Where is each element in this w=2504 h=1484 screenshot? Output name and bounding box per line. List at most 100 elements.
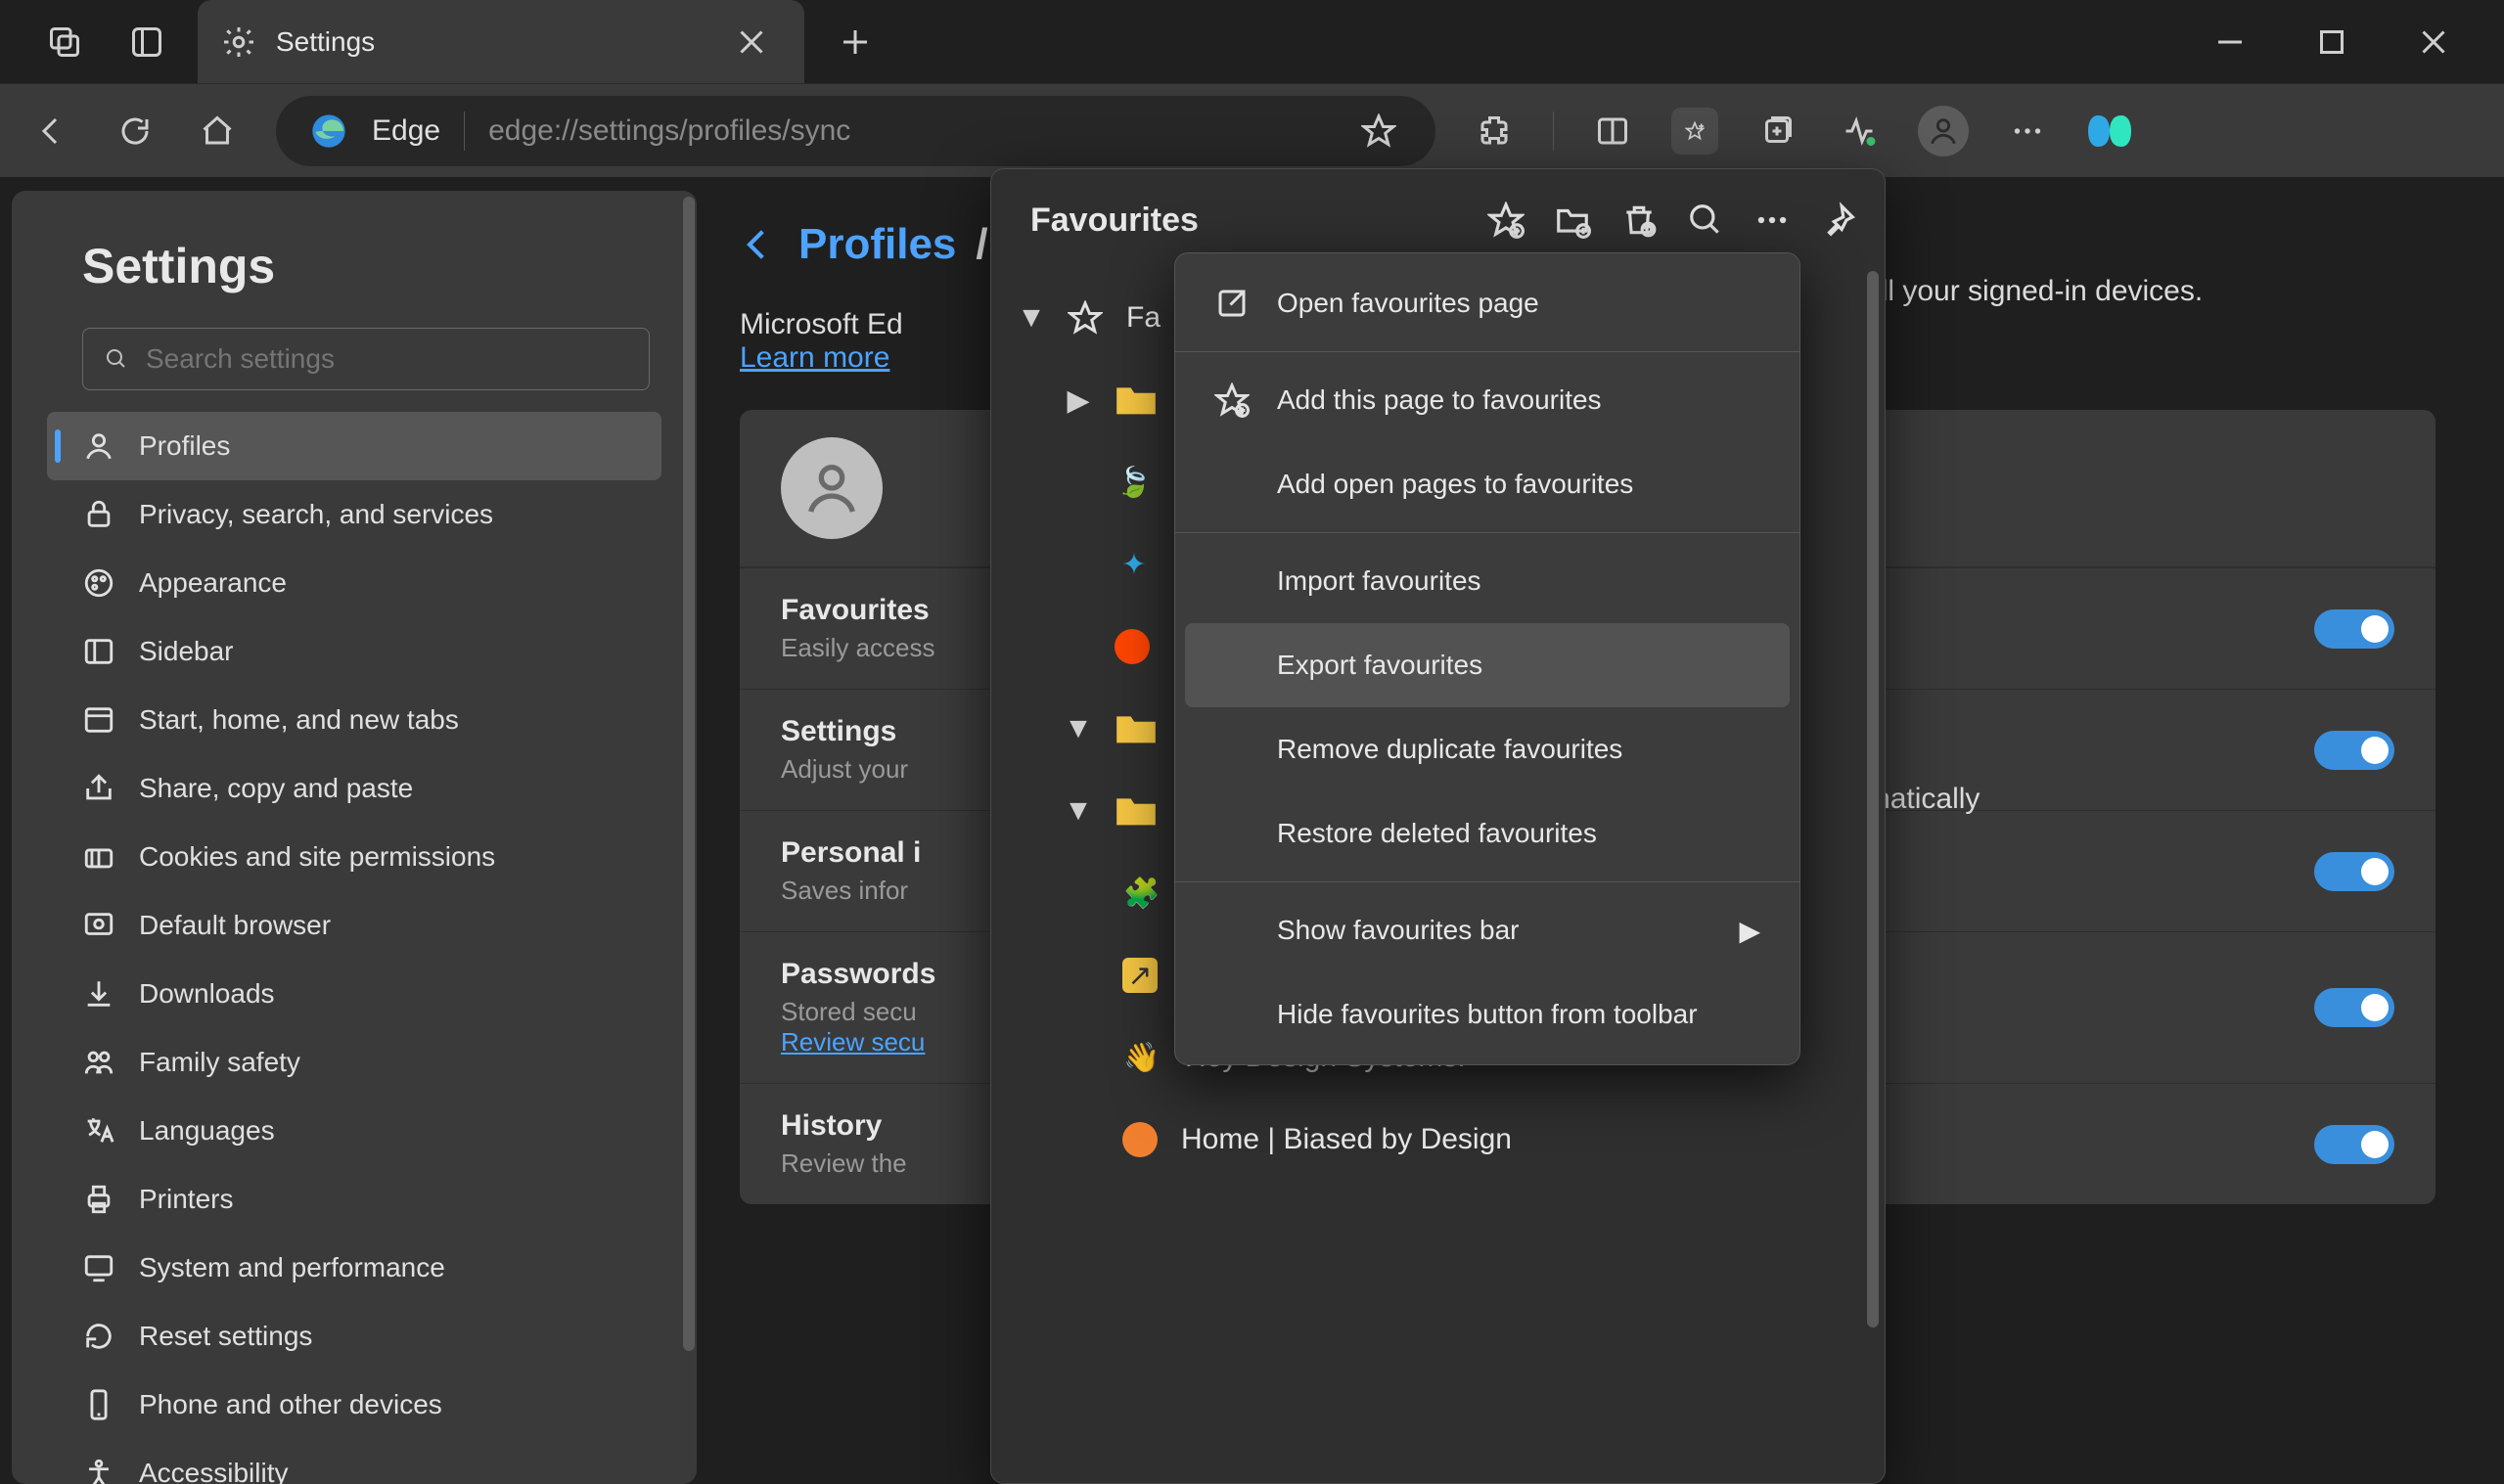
toggle[interactable] bbox=[2314, 609, 2394, 649]
toggle[interactable] bbox=[2314, 988, 2394, 1027]
review-link[interactable]: Review secu bbox=[781, 1027, 925, 1057]
folder-icon bbox=[1115, 382, 1158, 418]
settings-search[interactable] bbox=[82, 328, 650, 390]
nav-profiles[interactable]: Profiles bbox=[47, 412, 661, 480]
breadcrumb-back-button[interactable] bbox=[740, 225, 779, 264]
chevron-right-icon: ▶ bbox=[1739, 915, 1760, 947]
nav-label: Downloads bbox=[139, 978, 275, 1010]
collections-icon[interactable] bbox=[1753, 108, 1800, 155]
crumb-root[interactable]: Profiles bbox=[798, 220, 956, 269]
sidebar-title: Settings bbox=[82, 238, 650, 294]
delete-icon[interactable] bbox=[1620, 202, 1658, 239]
more-menu-button[interactable] bbox=[2004, 108, 2051, 155]
nav-label: Appearance bbox=[139, 567, 287, 599]
favourites-more-icon[interactable] bbox=[1753, 202, 1791, 239]
toggle[interactable] bbox=[2314, 731, 2394, 770]
row-sub: Stored secu bbox=[781, 997, 917, 1026]
ctx-export-favourites[interactable]: Export favourites bbox=[1185, 623, 1790, 707]
add-favourite-icon[interactable] bbox=[1487, 202, 1525, 239]
nav-printers[interactable]: Printers bbox=[47, 1165, 661, 1234]
new-tab-button[interactable] bbox=[832, 19, 879, 66]
addr-url: edge://settings/profiles/sync bbox=[488, 114, 1332, 148]
favicon: 🍃 bbox=[1115, 463, 1154, 502]
search-favourites-icon[interactable] bbox=[1687, 202, 1724, 239]
row-sub: Adjust your bbox=[781, 754, 908, 785]
row-title: Favourites bbox=[781, 594, 935, 627]
row-sub: Review the bbox=[781, 1148, 907, 1179]
nav-appearance[interactable]: Appearance bbox=[47, 549, 661, 617]
sidebar-scrollbar[interactable] bbox=[683, 197, 695, 1351]
tab-title: Settings bbox=[276, 26, 375, 58]
close-tab-icon[interactable] bbox=[728, 19, 775, 66]
refresh-button[interactable] bbox=[112, 108, 159, 155]
home-button[interactable] bbox=[194, 108, 241, 155]
profile-avatar-button[interactable] bbox=[1918, 106, 1969, 157]
close-window-button[interactable] bbox=[2410, 19, 2457, 66]
nav-accessibility[interactable]: Accessibility bbox=[47, 1439, 661, 1484]
browser-tab[interactable]: Settings bbox=[198, 0, 804, 83]
copilot-icon[interactable] bbox=[2086, 108, 2133, 155]
favicon: ✦ bbox=[1115, 545, 1154, 584]
favicon bbox=[1122, 1122, 1158, 1157]
row-title: Settings bbox=[781, 715, 908, 748]
nav-cookies[interactable]: Cookies and site permissions bbox=[47, 823, 661, 891]
nav-label: Phone and other devices bbox=[139, 1389, 442, 1420]
chevron-down-icon: ▼ bbox=[1066, 712, 1091, 745]
favicon: 🧩 bbox=[1122, 874, 1161, 913]
nav-label: Cookies and site permissions bbox=[139, 841, 495, 873]
toggle[interactable] bbox=[2314, 852, 2394, 891]
browser-toolbar: Edge edge://settings/profiles/sync bbox=[0, 83, 2504, 177]
row-title: History bbox=[781, 1109, 907, 1143]
ctx-import-favourites[interactable]: Import favourites bbox=[1175, 539, 1799, 623]
nav-phone[interactable]: Phone and other devices bbox=[47, 1371, 661, 1439]
pin-icon[interactable] bbox=[1820, 202, 1857, 239]
nav-privacy[interactable]: Privacy, search, and services bbox=[47, 480, 661, 549]
settings-search-input[interactable] bbox=[146, 343, 627, 375]
toggle[interactable] bbox=[2314, 1125, 2394, 1164]
favicon bbox=[1115, 629, 1150, 664]
ctx-restore-deleted[interactable]: Restore deleted favourites bbox=[1175, 791, 1799, 876]
address-bar[interactable]: Edge edge://settings/profiles/sync bbox=[276, 96, 1435, 166]
star-add-icon bbox=[1214, 382, 1250, 418]
browser-essentials-icon[interactable] bbox=[1836, 108, 1883, 155]
nav-start-home[interactable]: Start, home, and new tabs bbox=[47, 686, 661, 754]
ctx-remove-duplicates[interactable]: Remove duplicate favourites bbox=[1175, 707, 1799, 791]
ctx-label: Import favourites bbox=[1277, 565, 1481, 597]
ctx-label: Add this page to favourites bbox=[1277, 384, 1602, 416]
nav-downloads[interactable]: Downloads bbox=[47, 960, 661, 1028]
back-button[interactable] bbox=[29, 108, 76, 155]
chevron-down-icon: ▼ bbox=[1019, 301, 1044, 335]
folder-icon bbox=[1115, 793, 1158, 829]
nav-share-copy[interactable]: Share, copy and paste bbox=[47, 754, 661, 823]
favourites-button[interactable] bbox=[1671, 108, 1718, 155]
learn-more-link[interactable]: Learn more bbox=[740, 341, 889, 374]
nav-label: Start, home, and new tabs bbox=[139, 704, 459, 736]
ctx-show-favourites-bar[interactable]: Show favourites bar ▶ bbox=[1175, 888, 1799, 972]
nav-family[interactable]: Family safety bbox=[47, 1028, 661, 1097]
nav-system[interactable]: System and performance bbox=[47, 1234, 661, 1302]
ctx-label: Remove duplicate favourites bbox=[1277, 734, 1622, 765]
avatar bbox=[781, 437, 883, 539]
favourite-page-icon[interactable] bbox=[1355, 108, 1402, 155]
nav-reset[interactable]: Reset settings bbox=[47, 1302, 661, 1371]
nav-languages[interactable]: Languages bbox=[47, 1097, 661, 1165]
nav-label: Profiles bbox=[139, 430, 230, 462]
maximize-button[interactable] bbox=[2308, 19, 2355, 66]
ctx-label: Open favourites page bbox=[1277, 288, 1539, 319]
ctx-add-open-pages[interactable]: Add open pages to favourites bbox=[1175, 442, 1799, 526]
nav-sidebar[interactable]: Sidebar bbox=[47, 617, 661, 686]
add-folder-icon[interactable] bbox=[1554, 202, 1591, 239]
tree-label: Fa bbox=[1126, 301, 1161, 335]
nav-default-browser[interactable]: Default browser bbox=[47, 891, 661, 960]
extensions-icon[interactable] bbox=[1471, 108, 1518, 155]
vertical-tabs-icon[interactable] bbox=[123, 19, 170, 66]
minimize-button[interactable] bbox=[2207, 19, 2254, 66]
ctx-hide-favourites-button[interactable]: Hide favourites button from toolbar bbox=[1175, 972, 1799, 1057]
favicon: 👋 bbox=[1122, 1038, 1161, 1077]
bookmark-biased[interactable]: Home | Biased by Design bbox=[991, 1099, 1885, 1181]
split-screen-icon[interactable] bbox=[1589, 108, 1636, 155]
favourites-scrollbar[interactable] bbox=[1867, 271, 1879, 1327]
ctx-add-this-page[interactable]: Add this page to favourites bbox=[1175, 358, 1799, 442]
tab-actions-icon[interactable] bbox=[41, 19, 88, 66]
ctx-open-favourites-page[interactable]: Open favourites page bbox=[1175, 261, 1799, 345]
